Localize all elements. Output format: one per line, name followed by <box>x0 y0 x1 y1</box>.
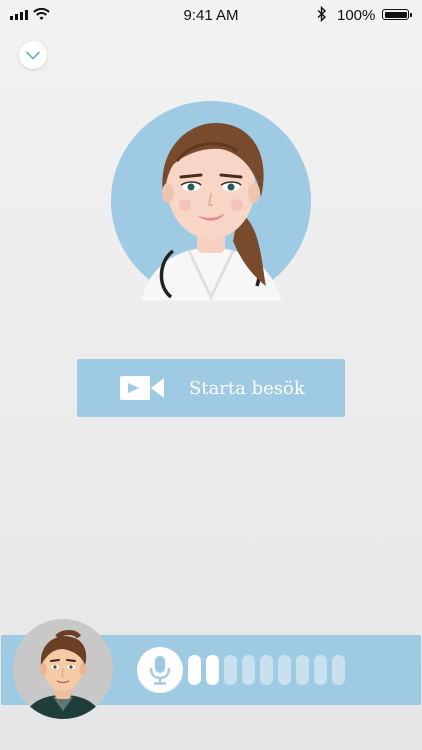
status-bar: 9:41 AM 100% <box>0 0 422 30</box>
microphone-icon <box>149 656 171 685</box>
start-visit-button[interactable]: Starta besök <box>77 359 345 417</box>
video-camera-icon <box>120 374 164 402</box>
level-bar <box>224 655 237 685</box>
level-bar <box>260 655 273 685</box>
patient-avatar <box>13 619 113 719</box>
level-bar <box>314 655 327 685</box>
level-bar <box>242 655 255 685</box>
level-bar <box>278 655 291 685</box>
audio-level-meter <box>188 655 345 685</box>
battery-icon <box>382 9 412 20</box>
chevron-down-icon <box>26 51 40 60</box>
start-visit-label: Starta besök <box>189 377 305 399</box>
level-bar <box>332 655 345 685</box>
level-bar <box>296 655 309 685</box>
bluetooth-icon <box>317 6 327 22</box>
collapse-button[interactable] <box>19 41 47 69</box>
doctor-avatar <box>111 101 311 301</box>
battery-percent: 100% <box>337 7 376 24</box>
level-bar <box>188 655 201 685</box>
microphone-button[interactable] <box>137 647 183 693</box>
level-bar <box>206 655 219 685</box>
